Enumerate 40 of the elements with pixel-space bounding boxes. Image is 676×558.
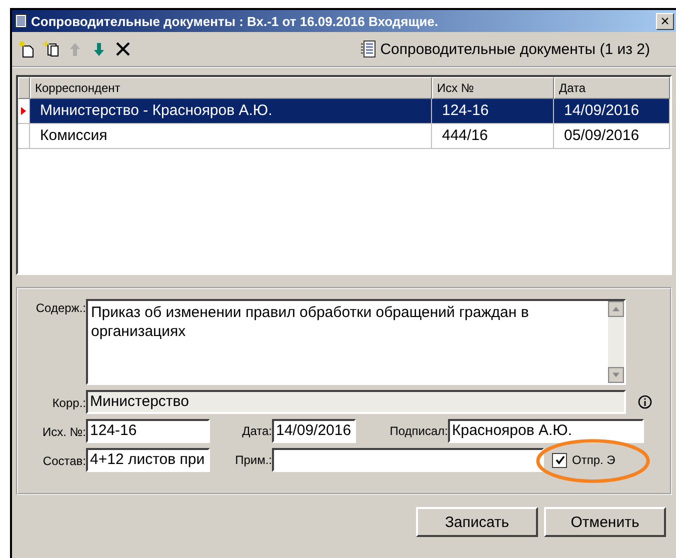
toolbar-caption: Сопроводительные документы (1 из 2)	[380, 40, 650, 58]
table-cell[interactable]: Комиссия	[30, 124, 432, 149]
correspondent-field[interactable]: Министерство	[86, 390, 626, 414]
field-label: Прим.:	[234, 453, 272, 467]
table-cell[interactable]: Министерство - Краснояров А.Ю.	[30, 99, 432, 124]
outgoing-number-field[interactable]: 124-16	[86, 419, 210, 443]
checkbox-label: Отпр. Э	[572, 453, 616, 467]
table-cell[interactable]: 14/09/2016	[554, 99, 670, 124]
delete-icon[interactable]	[114, 40, 132, 58]
info-icon[interactable]	[638, 395, 652, 409]
composition-field[interactable]: 4+12 листов при	[86, 448, 210, 472]
scroll-down-button[interactable]	[608, 367, 624, 383]
column-header[interactable]: Корреспондент	[30, 77, 432, 99]
dialog-button[interactable]: Отменить	[544, 507, 666, 537]
checkbox[interactable]	[552, 452, 567, 468]
row-pointer-icon	[21, 107, 26, 115]
window-title: Сопроводительные документы : Вх.-1 от 16.09.2016 Входящие.	[31, 14, 440, 28]
field-label: Содерж.:	[34, 300, 86, 315]
column-header[interactable]: Исх №	[432, 77, 554, 99]
document-icon	[15, 14, 27, 28]
content-field[interactable]: Приказ об изменении правил обработки обращений граждан в организациях	[86, 299, 626, 385]
column-header[interactable]: Дата	[554, 77, 670, 99]
close-button[interactable]: ×	[656, 12, 674, 30]
field-label: Состав:	[42, 453, 86, 468]
dialog-button[interactable]: Записать	[416, 507, 538, 537]
field-label: Корр.:	[51, 395, 86, 410]
date-field[interactable]: 14/09/2016	[272, 419, 356, 443]
document-list-icon	[360, 40, 376, 58]
scroll-up-button[interactable]	[608, 301, 624, 317]
field-label: Исх. №:	[42, 424, 86, 439]
new-document-icon[interactable]	[18, 40, 36, 58]
table-cell[interactable]: 444/16	[432, 124, 554, 149]
scrollbar[interactable]	[608, 301, 624, 383]
table-cell[interactable]: 124-16	[432, 99, 554, 124]
field-label: Подписал:	[388, 424, 448, 438]
table-cell[interactable]: 05/09/2016	[554, 124, 670, 149]
copy-document-icon[interactable]	[42, 40, 60, 58]
field-label: Дата:	[241, 424, 272, 438]
note-field[interactable]	[272, 448, 544, 472]
signed-by-field[interactable]: Краснояров А.Ю.	[448, 419, 644, 443]
